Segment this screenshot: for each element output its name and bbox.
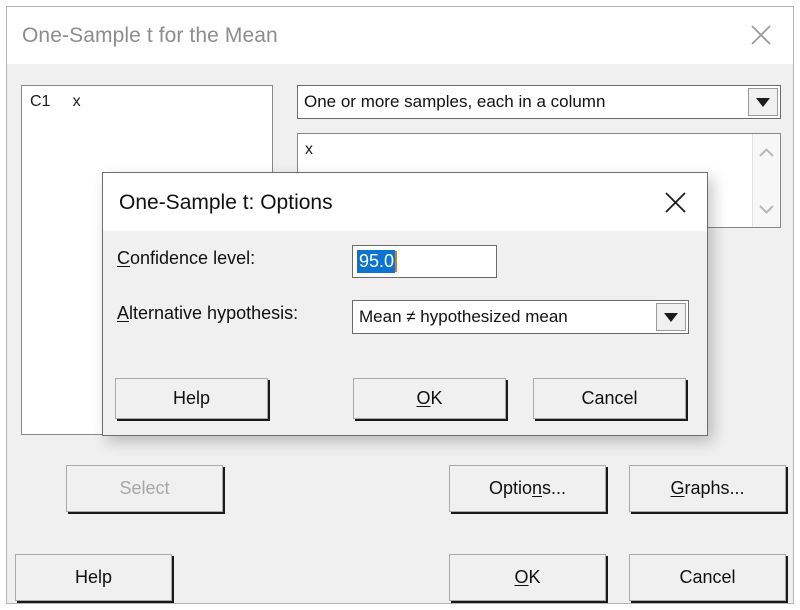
alternative-hypothesis-value: Mean ≠ hypothesized mean xyxy=(359,307,568,326)
text-caret xyxy=(395,251,398,272)
samples-value: x xyxy=(305,141,313,158)
modal-title: One-Sample t: Options xyxy=(119,191,333,214)
select-button-label: Select xyxy=(119,478,170,498)
modal-body: Confidence level: 95.0 Alternative hypot… xyxy=(103,231,707,435)
chevron-down-icon[interactable] xyxy=(748,88,778,116)
graphs-button[interactable]: Graphs... xyxy=(629,465,786,512)
samples-scrollbar[interactable] xyxy=(752,134,780,227)
confidence-level-value: 95.0 xyxy=(357,250,396,273)
modal-help-button[interactable]: Help xyxy=(115,378,268,419)
options-modal-dialog: One-Sample t: Options Confidence level: … xyxy=(102,172,708,436)
modal-cancel-button[interactable]: Cancel xyxy=(533,378,686,419)
alternative-hypothesis-dropdown[interactable]: Mean ≠ hypothesized mean xyxy=(352,300,689,334)
cancel-button[interactable]: Cancel xyxy=(629,554,786,601)
screen: One-Sample t for the Mean C1 x One or mo… xyxy=(0,0,800,610)
help-button-label: Help xyxy=(74,567,113,587)
ok-button[interactable]: OK xyxy=(449,554,606,601)
help-button[interactable]: Help xyxy=(15,554,172,601)
data-source-value: One or more samples, each in a column xyxy=(304,92,606,111)
confidence-level-label: Confidence level: xyxy=(117,248,256,268)
modal-ok-button-label: OK xyxy=(416,388,443,408)
chevron-down-icon[interactable] xyxy=(753,197,780,221)
list-item[interactable]: C1 x xyxy=(30,93,81,111)
alternative-hypothesis-label: Alternative hypothesis: xyxy=(117,303,299,323)
select-button[interactable]: Select xyxy=(66,465,223,512)
page-title: One-Sample t for the Mean xyxy=(22,24,278,47)
confidence-level-input[interactable]: 95.0 xyxy=(352,245,497,278)
options-button[interactable]: Options... xyxy=(449,465,606,512)
modal-titlebar: One-Sample t: Options xyxy=(103,173,707,231)
modal-help-button-label: Help xyxy=(172,388,211,408)
close-icon[interactable] xyxy=(739,18,783,52)
graphs-button-label: Graphs... xyxy=(670,478,745,498)
chevron-up-icon[interactable] xyxy=(753,140,780,164)
modal-ok-button[interactable]: OK xyxy=(353,378,506,419)
ok-button-label: OK xyxy=(514,567,541,587)
close-icon[interactable] xyxy=(654,186,696,218)
chevron-down-icon[interactable] xyxy=(656,303,686,331)
cancel-button-label: Cancel xyxy=(679,567,736,587)
main-titlebar: One-Sample t for the Mean xyxy=(7,7,793,64)
options-button-label: Options... xyxy=(488,478,567,498)
modal-cancel-button-label: Cancel xyxy=(581,388,638,408)
data-source-dropdown[interactable]: One or more samples, each in a column xyxy=(297,85,781,119)
